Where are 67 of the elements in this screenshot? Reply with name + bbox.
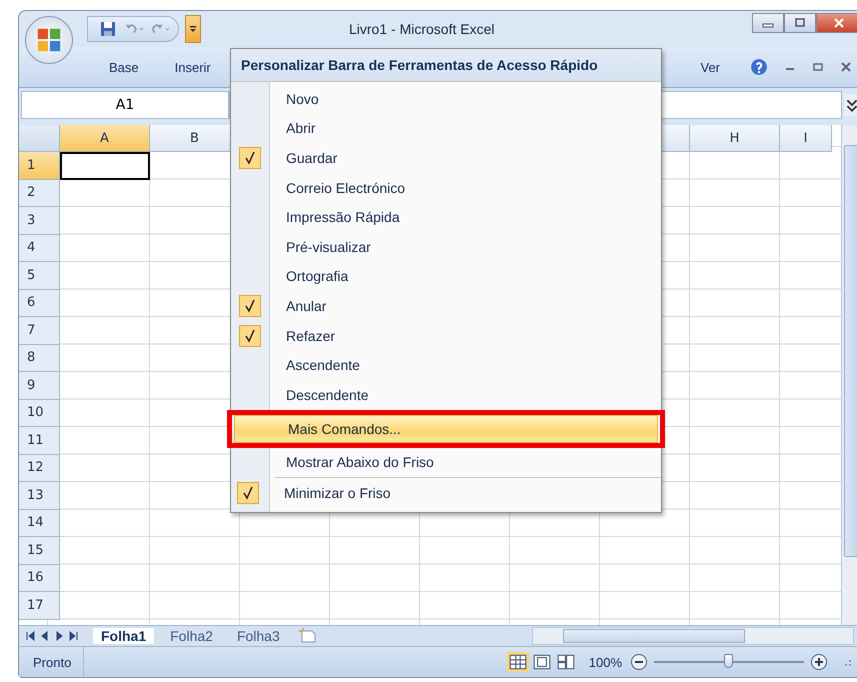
help-icon[interactable] — [750, 58, 768, 76]
menu-item[interactable]: Anular — [233, 291, 659, 321]
zoom-slider-thumb[interactable] — [724, 654, 733, 668]
row-header[interactable]: 16 — [19, 564, 60, 592]
menu-item[interactable]: Correio Electrónico — [233, 172, 659, 202]
row-header[interactable]: 15 — [19, 537, 60, 564]
menu-item[interactable]: Minimizar o Friso — [231, 478, 659, 508]
row-header[interactable]: 13 — [19, 482, 60, 510]
sheet-tab[interactable]: Folha3 — [228, 628, 288, 644]
status-text: Pronto — [19, 647, 84, 677]
customize-dropdown-button[interactable] — [185, 15, 201, 43]
menu-item[interactable]: Mais Comandos... — [234, 414, 658, 443]
zoom-in-icon[interactable] — [810, 653, 828, 671]
office-logo-icon — [35, 26, 63, 54]
row-header[interactable]: 2 — [19, 180, 60, 207]
row-header[interactable]: 5 — [19, 262, 60, 290]
column-header[interactable]: A — [60, 125, 150, 152]
menu-item[interactable]: Ortografia — [233, 262, 659, 292]
restore-icon[interactable] — [812, 61, 824, 73]
name-box[interactable]: A1 — [21, 91, 229, 119]
zoom-level[interactable]: 100% — [588, 654, 622, 670]
menu-item[interactable]: Descendente — [233, 380, 659, 410]
resize-grip-icon[interactable] — [842, 657, 852, 667]
column-header[interactable]: H — [690, 125, 780, 152]
maximize-button[interactable] — [784, 13, 816, 33]
row-header[interactable]: 12 — [19, 454, 60, 482]
ribbon-tab[interactable]: Inserir — [170, 58, 215, 76]
menu-item[interactable]: Refazer — [233, 320, 659, 350]
menu-item[interactable]: Ascendente — [233, 350, 659, 380]
row-header[interactable]: 10 — [19, 400, 60, 427]
row-header[interactable]: 8 — [19, 344, 60, 372]
row-header[interactable]: 3 — [19, 207, 60, 234]
window-title: Livro1 - Microsoft Excel — [349, 21, 494, 37]
minimize-button[interactable] — [752, 13, 784, 33]
save-icon[interactable] — [98, 21, 118, 37]
maximize-icon — [794, 18, 806, 28]
menu-title: Personalizar Barra de Ferramentas de Acesso Rápido — [231, 49, 661, 82]
row-header[interactable]: 17 — [19, 592, 60, 620]
menu-item[interactable]: Mostrar Abaixo do Friso — [233, 448, 659, 478]
ribbon-tab[interactable]: Ver — [696, 58, 724, 76]
row-header[interactable]: 14 — [19, 510, 60, 537]
close-icon — [833, 18, 845, 28]
menu-item[interactable]: Novo — [233, 84, 659, 114]
expand-icon[interactable] — [844, 94, 857, 116]
row-header[interactable]: 6 — [19, 290, 60, 317]
close-icon[interactable] — [840, 61, 852, 73]
page-layout-icon[interactable] — [530, 652, 553, 672]
ribbon-tab[interactable]: Base — [105, 58, 143, 76]
office-button[interactable] — [25, 16, 73, 64]
row-header[interactable]: 7 — [19, 317, 60, 344]
row-header[interactable]: 1 — [19, 152, 60, 180]
vertical-scrollbar[interactable] — [841, 125, 857, 625]
row-header[interactable]: 4 — [19, 234, 60, 262]
zoom-out-icon[interactable] — [630, 653, 648, 671]
dropdown-arrow-icon — [188, 23, 198, 35]
normal-view-icon[interactable] — [506, 652, 529, 672]
horizontal-scrollbar[interactable] — [532, 627, 854, 645]
menu-item[interactable]: Impressão Rápida — [233, 202, 659, 232]
active-cell[interactable] — [60, 152, 150, 180]
menu-item[interactable]: Pré-visualizar — [233, 232, 659, 262]
close-button[interactable] — [816, 13, 857, 33]
page-break-icon[interactable] — [554, 652, 577, 672]
column-header[interactable]: I — [780, 125, 832, 152]
sheet-tab[interactable]: Folha1 — [93, 628, 154, 644]
sheet-tab[interactable]: Folha2 — [162, 628, 221, 644]
row-header[interactable]: 9 — [19, 372, 60, 400]
row-header[interactable]: 11 — [19, 427, 60, 454]
